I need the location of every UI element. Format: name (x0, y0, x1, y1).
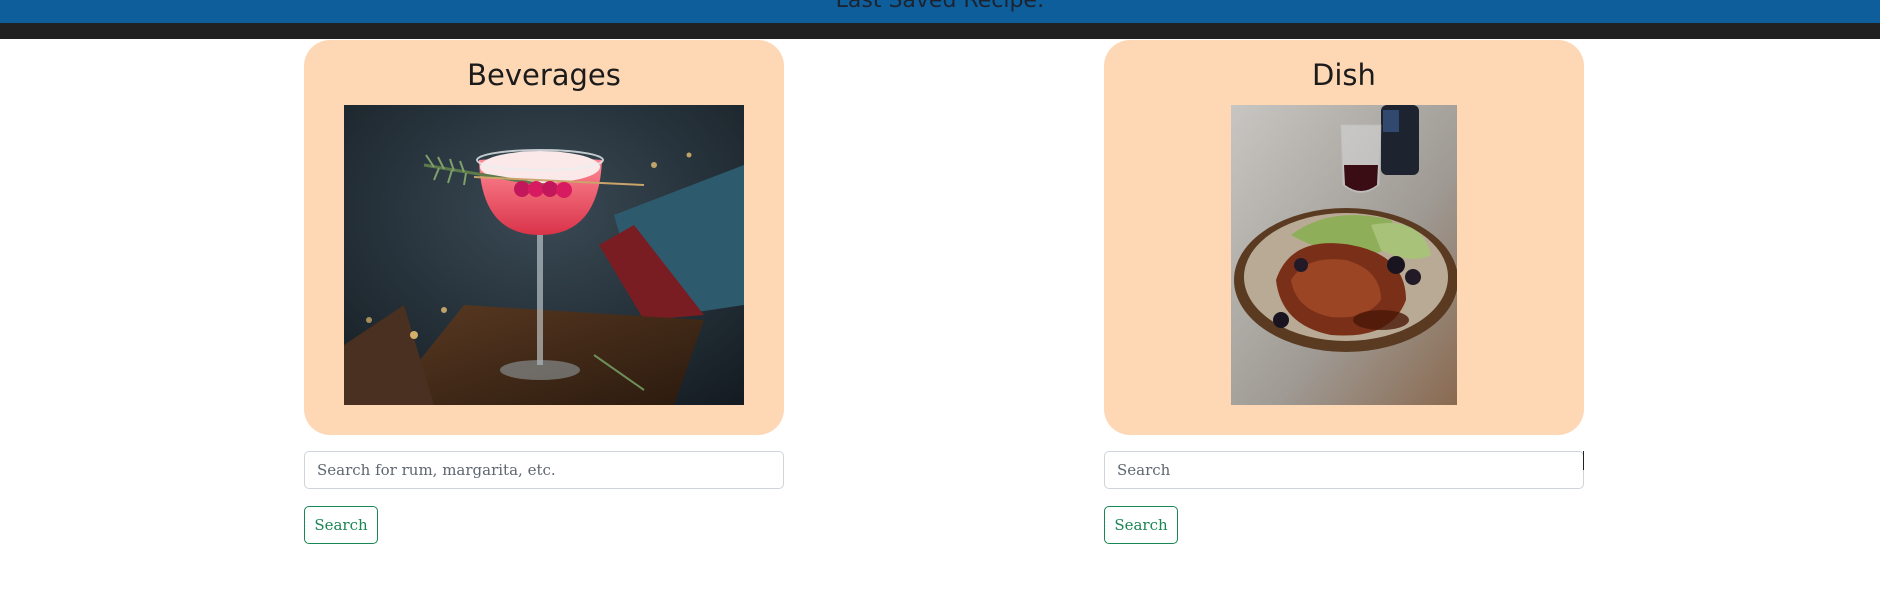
beverage-search-button[interactable]: Search (304, 506, 378, 544)
roast-chicken-image (1231, 105, 1457, 405)
text-cursor (1583, 451, 1584, 470)
dish-search-button[interactable]: Search (1104, 506, 1178, 544)
last-saved-recipe-title: Last Saved Recipe: (835, 0, 1045, 13)
header-bar: Last Saved Recipe: (0, 0, 1880, 23)
dish-section: Dish Search Search (1104, 40, 1584, 544)
nav-divider-bar (0, 23, 1880, 39)
beverages-card[interactable]: Beverages (304, 40, 784, 435)
beverage-search-input[interactable] (304, 451, 784, 489)
dish-card-title: Dish (1312, 58, 1376, 92)
beverages-card-title: Beverages (467, 58, 621, 92)
dish-search-input[interactable] (1104, 451, 1584, 489)
cocktail-image (344, 105, 744, 405)
beverages-section: Beverages Search for rum, margarita, etc… (304, 40, 784, 544)
dish-card[interactable]: Dish (1104, 40, 1584, 435)
